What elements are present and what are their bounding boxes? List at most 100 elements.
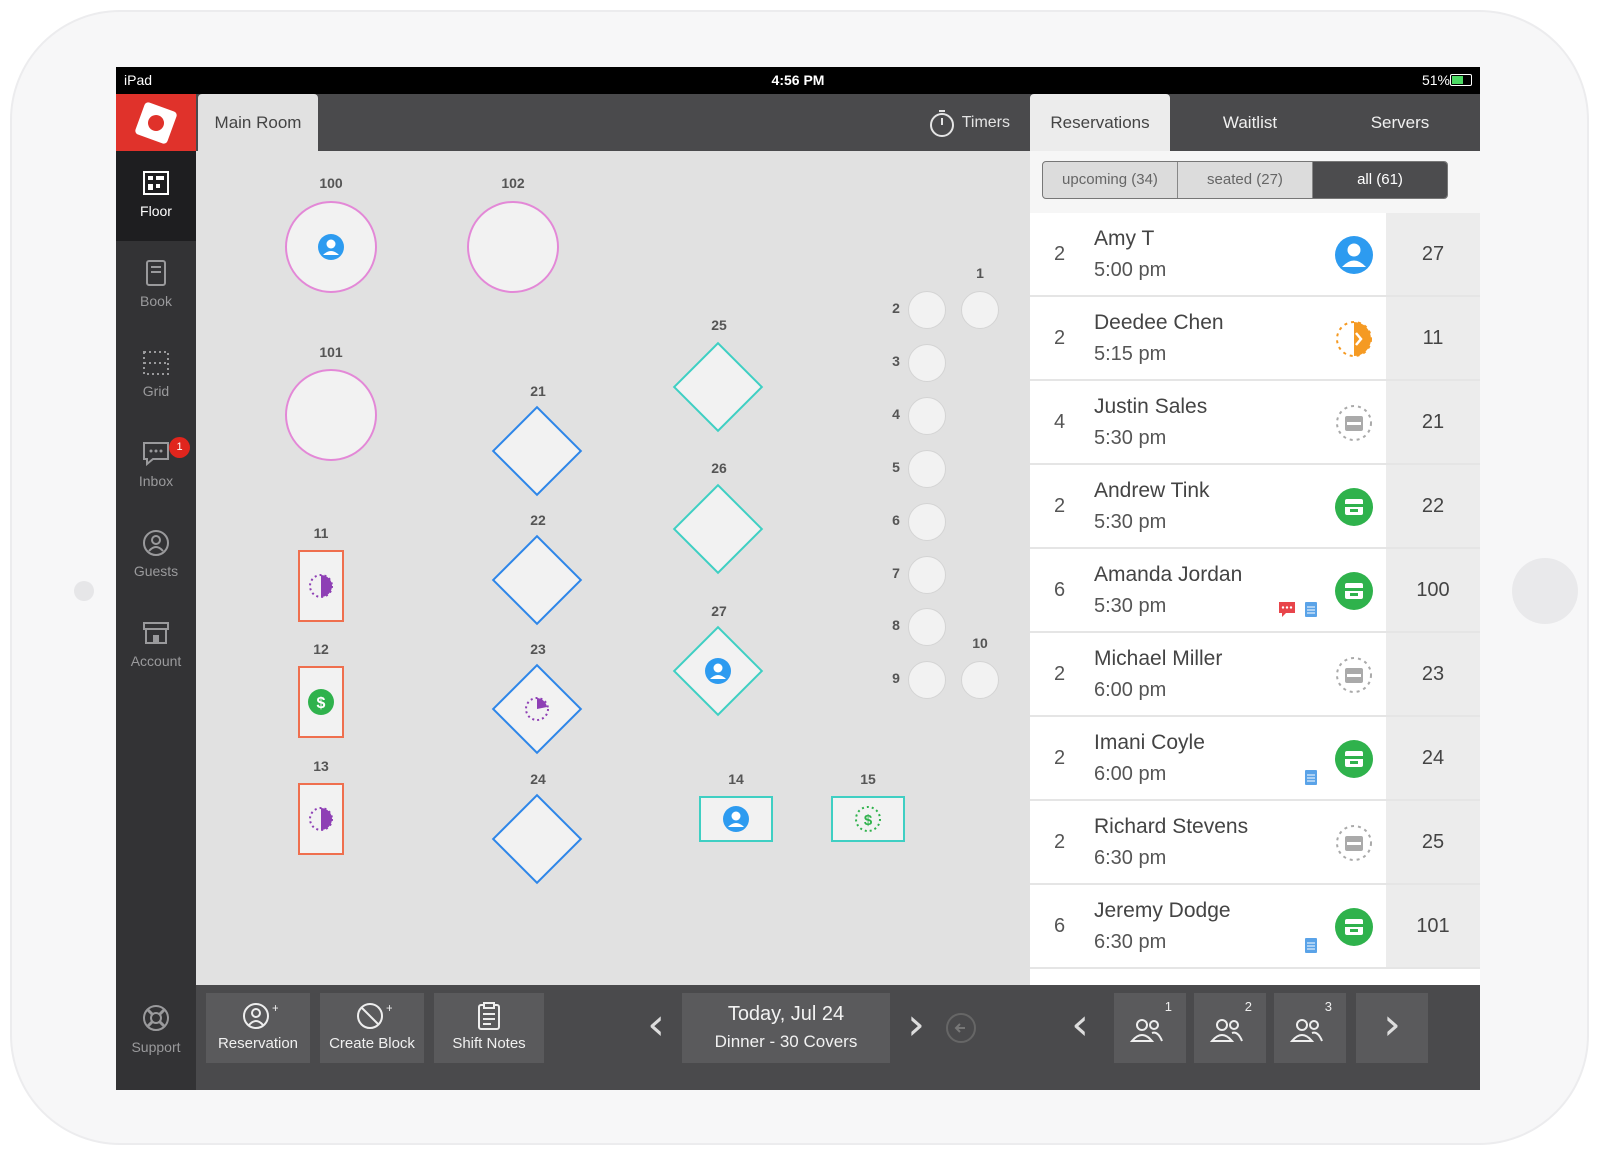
table-label: 23 [530,641,546,657]
party-size-2-button[interactable]: 2 [1194,993,1266,1063]
battery-percent: 51% [1421,72,1450,88]
calendar-confirmed-icon [1335,572,1373,610]
reservation-row[interactable]: 6 Amanda Jordan 5:30 pm 100 [1030,549,1480,633]
party-size-3-button[interactable]: 3 [1274,993,1346,1063]
guest-name: Richard Stevens [1094,815,1249,838]
reservation-row[interactable]: 2 Imani Coyle 6:00 pm 24 [1030,717,1480,801]
reservation-time: 5:00 pm [1094,259,1167,281]
table-14[interactable] [699,796,773,842]
guest-name: Imani Coyle [1094,731,1205,754]
reservation-row[interactable]: 4 Justin Sales 5:30 pm 21 [1030,381,1480,465]
table-27[interactable] [672,625,764,717]
tab-servers[interactable]: Servers [1325,94,1475,151]
clipboard-icon [478,1002,500,1030]
next-day-button[interactable]: › [896,993,936,1063]
party-prev-button[interactable]: ‹ [1050,993,1110,1063]
calendar-pending-icon [1336,405,1372,441]
guest-name: Jeremy Dodge [1094,899,1231,922]
party-size: 2 [1054,747,1066,769]
timers-button[interactable]: Timers [928,94,1010,151]
app-screen: iPad 4:56 PM 51% Floor Book Grid Inbox 1… [116,67,1480,1090]
table-12[interactable]: $ [298,666,344,738]
sidebar-item-floor[interactable]: Floor [116,151,196,241]
back-to-today-button[interactable] [946,1013,976,1043]
chat-note-icon [1279,602,1295,617]
table-24[interactable] [491,793,583,885]
sidebar-item-book[interactable]: Book [116,241,196,331]
table-2[interactable] [908,291,946,329]
filter-seated[interactable]: seated (27) [1178,162,1313,198]
sidebar-item-inbox[interactable]: Inbox 1 [116,421,196,511]
block-icon: + [357,1001,392,1029]
table-5[interactable] [908,450,946,488]
party-next-button[interactable]: › [1356,993,1428,1063]
logo-icon [134,100,178,145]
table-label: 11 [313,525,329,541]
reservation-row[interactable]: 2 Amy T 5:00 pm 27 [1030,213,1480,297]
party-size-number: 1 [1164,999,1172,1014]
reservation-row[interactable]: 6 Jeremy Dodge 6:30 pm 101 [1030,885,1480,969]
reservation-row[interactable]: 2 Deedee Chen 5:15 pm 11 [1030,297,1480,381]
table-22[interactable] [491,534,583,626]
table-label: 1 [976,265,984,281]
table-11[interactable] [298,550,344,622]
table-1[interactable] [961,291,999,329]
assigned-table: 27 [1386,213,1480,295]
guest-name: Amy T [1094,227,1155,250]
support-label: Support [131,1039,181,1055]
chevron-right-icon: › [1383,999,1401,1050]
reservation-row[interactable]: 2 Andrew Tink 5:30 pm 22 [1030,465,1480,549]
filter-upcoming[interactable]: upcoming (34) [1043,162,1178,198]
shift-notes-button[interactable]: Shift Notes [434,993,544,1063]
create-block-button[interactable]: + Create Block [320,993,424,1063]
filter-all[interactable]: all (61) [1313,162,1447,198]
tab-reservations[interactable]: Reservations [1030,94,1170,151]
sidebar-item-guests[interactable]: Guests [116,511,196,601]
tab-main-room[interactable]: Main Room [198,94,318,151]
tab-waitlist[interactable]: Waitlist [1180,94,1320,151]
party-icon [1289,1019,1323,1042]
new-reservation-button[interactable]: + Reservation [206,993,310,1063]
date-selector[interactable]: Today, Jul 24 Dinner - 30 Covers [682,993,890,1063]
table-15[interactable]: $ [831,796,905,842]
table-label: 25 [711,317,727,333]
person-icon [705,658,731,684]
table-3[interactable] [908,344,946,382]
party-size: 2 [1054,243,1066,265]
reservation-time: 6:30 pm [1094,847,1167,869]
note-icon [1305,938,1317,953]
home-button[interactable] [1512,558,1578,624]
table-102[interactable] [467,201,559,293]
table-label: 21 [530,383,546,399]
table-9[interactable] [908,661,946,699]
reservation-row[interactable]: 2 Richard Stevens 6:30 pm 25 [1030,801,1480,885]
lifebuoy-icon [143,1005,169,1031]
table-25[interactable] [672,341,764,433]
person-icon [318,234,344,260]
party-size-1-button[interactable]: 1 [1114,993,1186,1063]
table-26[interactable] [672,483,764,575]
half-moon-icon [309,574,333,598]
table-13[interactable] [298,783,344,855]
svg-text:$: $ [864,812,873,829]
reservation-row[interactable]: 2 Michael Miller 6:00 pm 23 [1030,633,1480,717]
table-10[interactable] [961,661,999,699]
reservation-time: 6:30 pm [1094,931,1167,953]
table-8[interactable] [908,608,946,646]
dollar-pending-icon: $ [855,806,881,832]
support-button[interactable]: Support [116,985,196,1090]
guest-name: Justin Sales [1094,395,1208,418]
table-6[interactable] [908,503,946,541]
svg-text:$: $ [317,695,326,712]
chevron-right-icon: › [907,999,925,1050]
table-23[interactable] [491,663,583,755]
table-4[interactable] [908,397,946,435]
previous-day-button[interactable]: ‹ [636,993,676,1063]
table-101[interactable] [285,369,377,461]
table-7[interactable] [908,556,946,594]
sidebar-item-account[interactable]: Account [116,601,196,691]
sidebar-item-grid[interactable]: Grid [116,331,196,421]
app-logo[interactable] [116,94,196,151]
table-100[interactable] [285,201,377,293]
table-21[interactable] [491,405,583,497]
